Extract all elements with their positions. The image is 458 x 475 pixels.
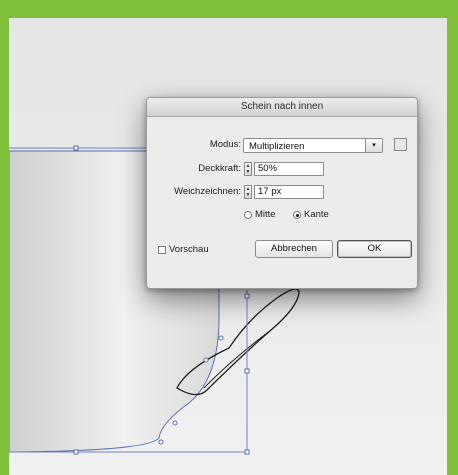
opacity-label: Deckkraft: [198,163,241,174]
blur-field[interactable]: 17 px [254,185,324,199]
radio-edge[interactable] [293,211,301,219]
dropdown-arrow-icon: ▾ [365,139,382,152]
mode-label: Modus: [209,139,241,150]
mode-select[interactable]: Multiplizieren ▾ [243,138,383,153]
preview-checkbox[interactable] [158,246,166,254]
ok-button[interactable]: OK [337,240,412,258]
radio-center[interactable] [244,211,252,219]
opacity-field[interactable]: 50% [254,162,324,176]
mode-select-value: Multiplizieren [249,141,305,152]
blur-stepper[interactable]: ▲ ▼ [244,185,252,199]
inner-glow-dialog: Schein nach innen Modus: Multiplizieren … [146,97,418,289]
dialog-title: Schein nach innen [147,98,417,117]
glow-color-swatch[interactable] [394,138,407,151]
blur-label: Weichzeichnen: [174,186,241,197]
radio-center-label: Mitte [255,209,276,220]
artboard-canvas[interactable]: Schein nach innen Modus: Multiplizieren … [9,18,447,475]
opacity-stepper[interactable]: ▲ ▼ [244,162,252,176]
preview-label: Vorschau [169,244,209,255]
cancel-button[interactable]: Abbrechen [255,240,333,258]
radio-edge-label: Kante [304,209,329,220]
